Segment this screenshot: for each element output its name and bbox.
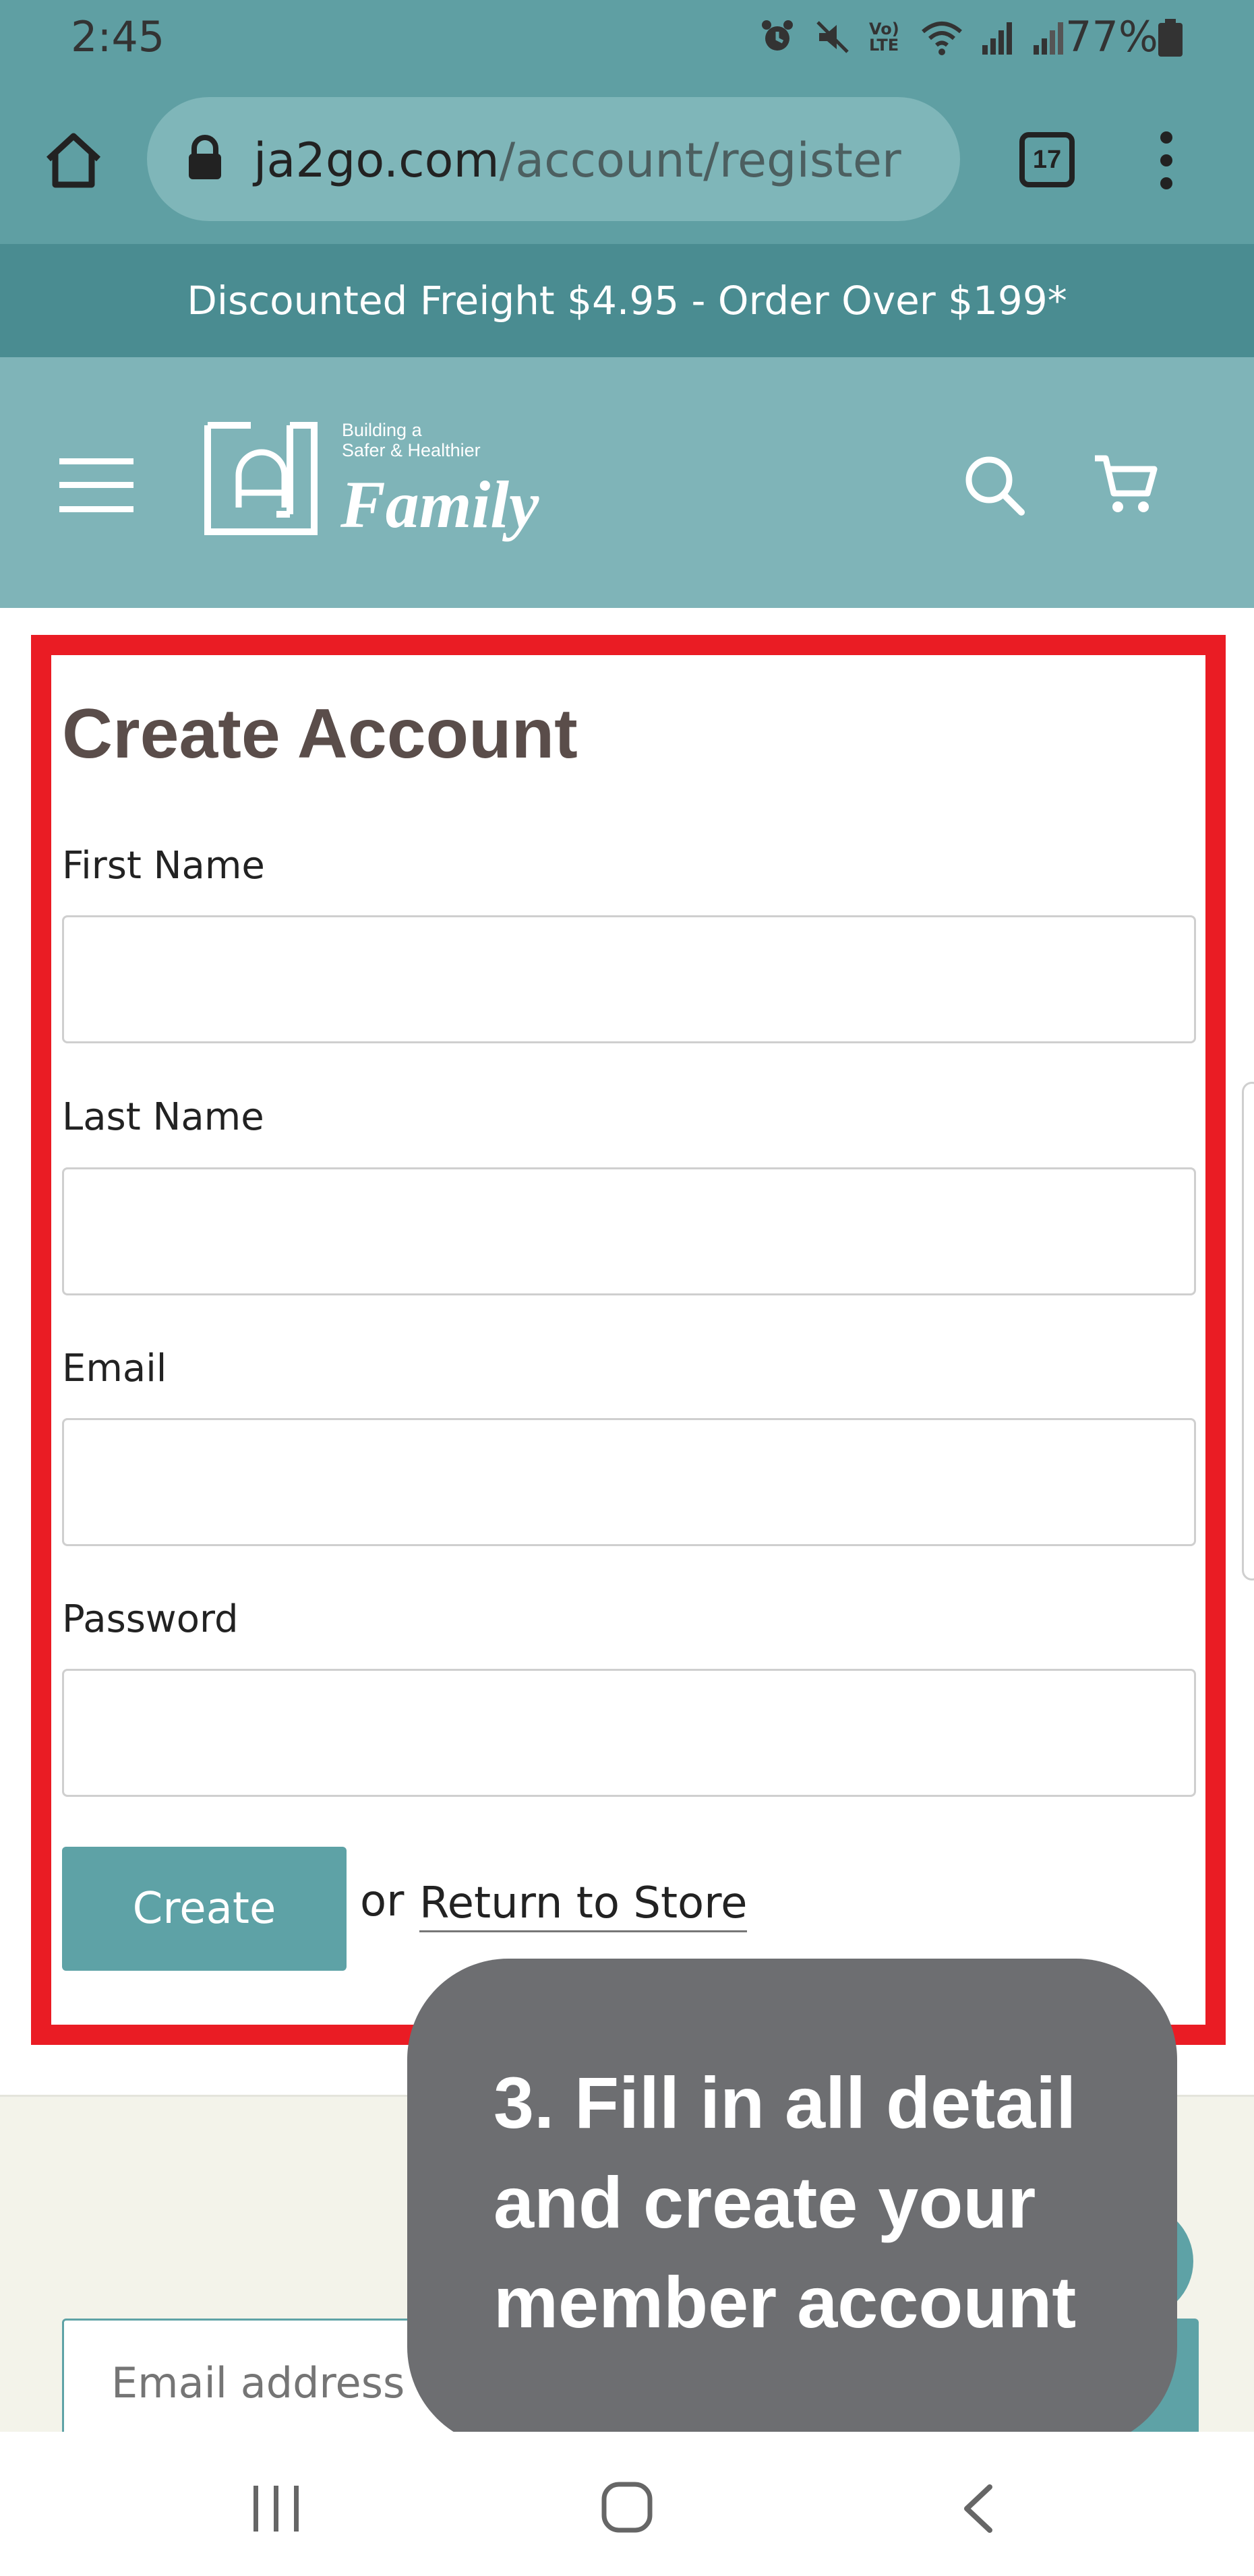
logo-tagline: Building a Safer & Healthier	[342, 420, 481, 460]
tab-count: 17	[1032, 145, 1062, 174]
home-nav-icon[interactable]	[600, 2480, 654, 2534]
more-options-icon[interactable]	[1153, 128, 1180, 193]
announcement-bar: Discounted Freight $4.95 - Order Over $1…	[0, 244, 1254, 357]
system-navigation-bar	[0, 2432, 1254, 2576]
hamburger-menu-icon[interactable]	[59, 458, 133, 512]
first-name-field[interactable]	[62, 915, 1196, 1043]
tab-switcher-button[interactable]: 17	[1019, 132, 1075, 187]
logo-mark-icon	[204, 422, 318, 535]
back-icon[interactable]	[957, 2483, 998, 2534]
alarm-icon	[762, 20, 793, 51]
volte-label: Vo) LTE	[869, 20, 899, 55]
logo-tagline-line-2: Safer & Healthier	[342, 440, 481, 460]
announcement-text: Discounted Freight $4.95 - Order Over $1…	[187, 278, 1067, 324]
url-domain: ja2go.com	[253, 133, 500, 188]
create-button[interactable]: Create	[62, 1847, 347, 1971]
return-to-store-link[interactable]: Return to Store	[419, 1876, 748, 1932]
url-text[interactable]: ja2go.com/account/register	[253, 133, 901, 187]
url-path: /account/register	[499, 133, 901, 188]
instruction-callout: 3. Fill in all detail and create your me…	[407, 1959, 1177, 2448]
wifi-icon	[922, 22, 962, 55]
recent-apps-icon[interactable]	[249, 2483, 303, 2534]
address-bar[interactable]: ja2go.com/account/register	[147, 97, 960, 221]
status-time: 2:45	[71, 12, 165, 61]
logo-wordmark: Family	[340, 467, 539, 542]
last-name-field[interactable]	[62, 1167, 1196, 1295]
last-name-label: Last Name	[62, 1095, 264, 1139]
status-bar: 2:45 Vo) LTE 77%	[0, 0, 1254, 74]
battery-icon	[1158, 19, 1183, 57]
lock-icon	[189, 135, 221, 179]
password-label: Password	[62, 1597, 239, 1641]
cart-icon[interactable]	[1092, 452, 1160, 519]
password-field[interactable]	[62, 1669, 1196, 1797]
site-logo[interactable]: Building a Safer & Healthier Family	[202, 420, 539, 555]
instruction-text: 3. Fill in all detail and create your me…	[494, 2062, 1077, 2343]
or-text: or	[360, 1876, 405, 1926]
mute-icon	[816, 21, 849, 53]
browser-toolbar: ja2go.com/account/register 17	[0, 74, 1254, 244]
signal-icon	[982, 22, 1012, 55]
battery-percent: 77%	[1065, 12, 1158, 61]
first-name-label: First Name	[62, 844, 265, 888]
email-field[interactable]	[62, 1418, 1196, 1546]
status-icons: Vo) LTE	[758, 13, 1066, 61]
email-label: Email	[62, 1347, 167, 1390]
site-header: Building a Safer & Healthier Family	[0, 357, 1254, 608]
page-title: Create Account	[62, 695, 578, 773]
search-icon[interactable]	[961, 452, 1028, 519]
signal-icon-2	[1034, 22, 1063, 55]
home-icon[interactable]	[42, 128, 106, 192]
logo-tagline-line-1: Building a	[342, 420, 422, 440]
scroll-handle[interactable]	[1242, 1082, 1254, 1581]
